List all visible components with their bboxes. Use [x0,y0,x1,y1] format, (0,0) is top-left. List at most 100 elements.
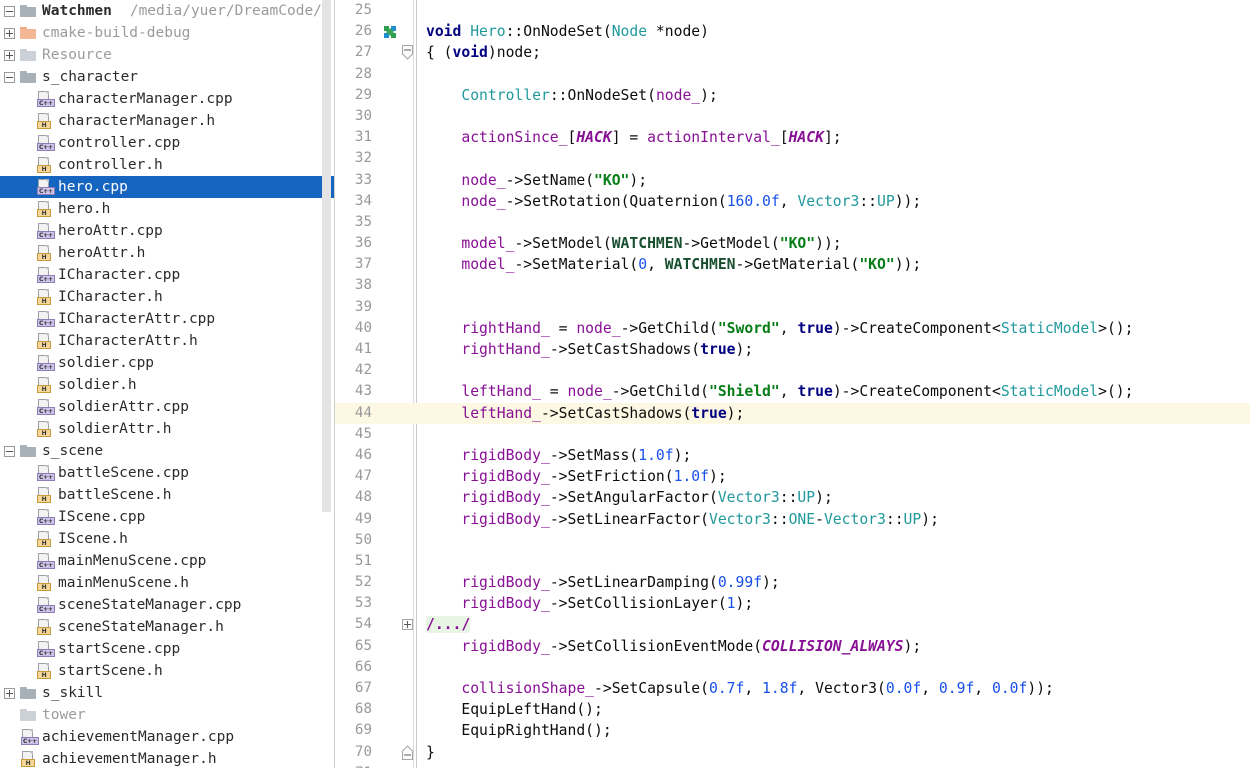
code-line[interactable]: 69 EquipRightHand(); [335,720,1250,741]
line-number[interactable]: 44 [335,403,374,424]
line-number[interactable]: 49 [335,509,374,530]
code-text[interactable]: rightHand_->SetCastShadows(true); [416,339,1250,360]
line-number[interactable]: 39 [335,297,374,318]
code-line[interactable]: 34 node_->SetRotation(Quaternion(160.0f,… [335,191,1250,212]
line-number[interactable]: 42 [335,360,374,381]
editor-gutter-cell[interactable] [374,64,416,85]
code-text[interactable]: model_->SetMaterial(0, WATCHMEN->GetMate… [416,254,1250,275]
code-editor[interactable]: 25 26 void Hero::OnNodeSet(Node *node) 27{… [335,0,1250,768]
tree-item-soldier-h[interactable]: Hsoldier.h [0,374,335,396]
line-number[interactable]: 46 [335,445,374,466]
tree-item-iscene-h[interactable]: H IScene.h [0,528,335,550]
code-text[interactable]: /.../ [416,614,1250,635]
editor-gutter-cell[interactable] [374,445,416,466]
project-tree-scrollbar[interactable] [322,0,333,768]
tree-item-charactermanager-cpp[interactable]: C++ characterManager.cpp [0,88,335,110]
tree-item-resource[interactable]: Resource [0,44,335,66]
tree-item-achievementmanager-cpp[interactable]: C++ achievementManager.cpp [0,726,335,748]
line-number[interactable]: 43 [335,381,374,402]
code-text[interactable] [416,424,1250,445]
code-line[interactable]: 43 leftHand_ = node_->GetChild("Shield",… [335,381,1250,402]
code-text[interactable]: leftHand_->SetCastShadows(true); [416,403,1250,424]
code-text[interactable]: void Hero::OnNodeSet(Node *node) [416,21,1250,42]
project-tree-scrollbar-thumb[interactable] [322,0,331,512]
tree-item-heroattr-cpp[interactable]: C++ heroAttr.cpp [0,220,335,242]
code-line[interactable]: 25 [335,0,1250,21]
code-text[interactable]: rigidBody_->SetLinearDamping(0.99f); [416,572,1250,593]
tree-item-s-skill[interactable]: s_skill [0,682,335,704]
editor-gutter-cell[interactable] [374,275,416,296]
tree-item-achievementmanager-h[interactable]: HachievementManager.h [0,748,335,768]
code-text[interactable]: EquipRightHand(); [416,720,1250,741]
editor-gutter-cell[interactable] [374,212,416,233]
tree-item-battlescene-h[interactable]: HbattleScene.h [0,484,335,506]
code-text[interactable] [416,530,1250,551]
code-line[interactable]: 29 Controller::OnNodeSet(node_); [335,85,1250,106]
editor-gutter-cell[interactable] [374,424,416,445]
line-number[interactable]: 40 [335,318,374,339]
code-text[interactable]: rigidBody_->SetCollisionEventMode(COLLIS… [416,636,1250,657]
code-line[interactable]: 70} [335,742,1250,763]
tree-item-s-character[interactable]: s_character [0,66,335,88]
code-line[interactable]: 37 model_->SetMaterial(0, WATCHMEN->GetM… [335,254,1250,275]
tree-item-hero-h[interactable]: Hhero.h [0,198,335,220]
tree-item-s-scene[interactable]: s_scene [0,440,335,462]
editor-gutter-cell[interactable] [374,763,416,768]
code-line[interactable]: 50 [335,530,1250,551]
tree-item-charactermanager-h[interactable]: HcharacterManager.h [0,110,335,132]
code-text[interactable] [416,657,1250,678]
code-line[interactable]: 41 rightHand_->SetCastShadows(true); [335,339,1250,360]
code-line[interactable]: 26 void Hero::OnNodeSet(Node *node) [335,21,1250,42]
editor-gutter-cell[interactable] [374,21,416,42]
line-number[interactable]: 34 [335,191,374,212]
collapse-toggle-icon[interactable] [4,445,15,457]
code-text[interactable]: rigidBody_->SetFriction(1.0f); [416,466,1250,487]
editor-gutter-cell[interactable] [374,339,416,360]
code-text[interactable]: } [416,742,1250,763]
code-text[interactable]: EquipLeftHand(); [416,699,1250,720]
code-line[interactable]: 46 rigidBody_->SetMass(1.0f); [335,445,1250,466]
line-number[interactable]: 45 [335,424,374,445]
editor-gutter-cell[interactable] [374,360,416,381]
line-number[interactable]: 29 [335,85,374,106]
line-number[interactable]: 41 [335,339,374,360]
tree-item-iscene-cpp[interactable]: C++ IScene.cpp [0,506,335,528]
line-number[interactable]: 54 [335,614,374,635]
code-line[interactable]: 71 [335,763,1250,768]
editor-gutter-cell[interactable] [374,614,416,635]
code-line[interactable]: 33 node_->SetName("KO"); [335,170,1250,191]
line-number[interactable]: 33 [335,170,374,191]
editor-gutter-cell[interactable] [374,297,416,318]
tree-item-tower[interactable]: tower [0,704,335,726]
code-line[interactable]: 31 actionSince_[HACK] = actionInterval_[… [335,127,1250,148]
code-line[interactable]: 32 [335,148,1250,169]
editor-gutter-cell[interactable] [374,381,416,402]
editor-gutter-cell[interactable] [374,657,416,678]
code-line[interactable]: 49 rigidBody_->SetLinearFactor(Vector3::… [335,509,1250,530]
code-text[interactable]: rigidBody_->SetLinearFactor(Vector3::ONE… [416,509,1250,530]
tree-item-heroattr-h[interactable]: HheroAttr.h [0,242,335,264]
code-line[interactable]: 40 rightHand_ = node_->GetChild("Sword",… [335,318,1250,339]
line-number[interactable]: 38 [335,275,374,296]
editor-gutter-cell[interactable] [374,0,416,21]
code-text[interactable] [416,297,1250,318]
line-number[interactable]: 53 [335,593,374,614]
editor-gutter-cell[interactable] [374,42,416,63]
tree-item-scenestatemanager-h[interactable]: HsceneStateManager.h [0,616,335,638]
code-text[interactable]: { (void)node; [416,42,1250,63]
code-line[interactable]: 44 leftHand_->SetCastShadows(true); [335,402,1250,424]
code-line[interactable]: 47 rigidBody_->SetFriction(1.0f); [335,466,1250,487]
tree-item-controller-h[interactable]: Hcontroller.h [0,154,335,176]
line-number[interactable]: 36 [335,233,374,254]
tree-item-soldierattr-cpp[interactable]: C++ soldierAttr.cpp [0,396,335,418]
editor-gutter-cell[interactable] [374,318,416,339]
editor-gutter-cell[interactable] [374,678,416,699]
editor-gutter-cell[interactable] [374,254,416,275]
tree-item-cmake-build-debug[interactable]: cmake-build-debug [0,22,335,44]
tree-item-icharacter-h[interactable]: H ICharacter.h [0,286,335,308]
editor-gutter-cell[interactable] [374,551,416,572]
code-line[interactable]: 45 [335,424,1250,445]
editor-gutter-cell[interactable] [374,106,416,127]
tree-item-root[interactable]: Watchmen/media/yuer/DreamCode/ [0,0,335,22]
editor-gutter-cell[interactable] [374,572,416,593]
